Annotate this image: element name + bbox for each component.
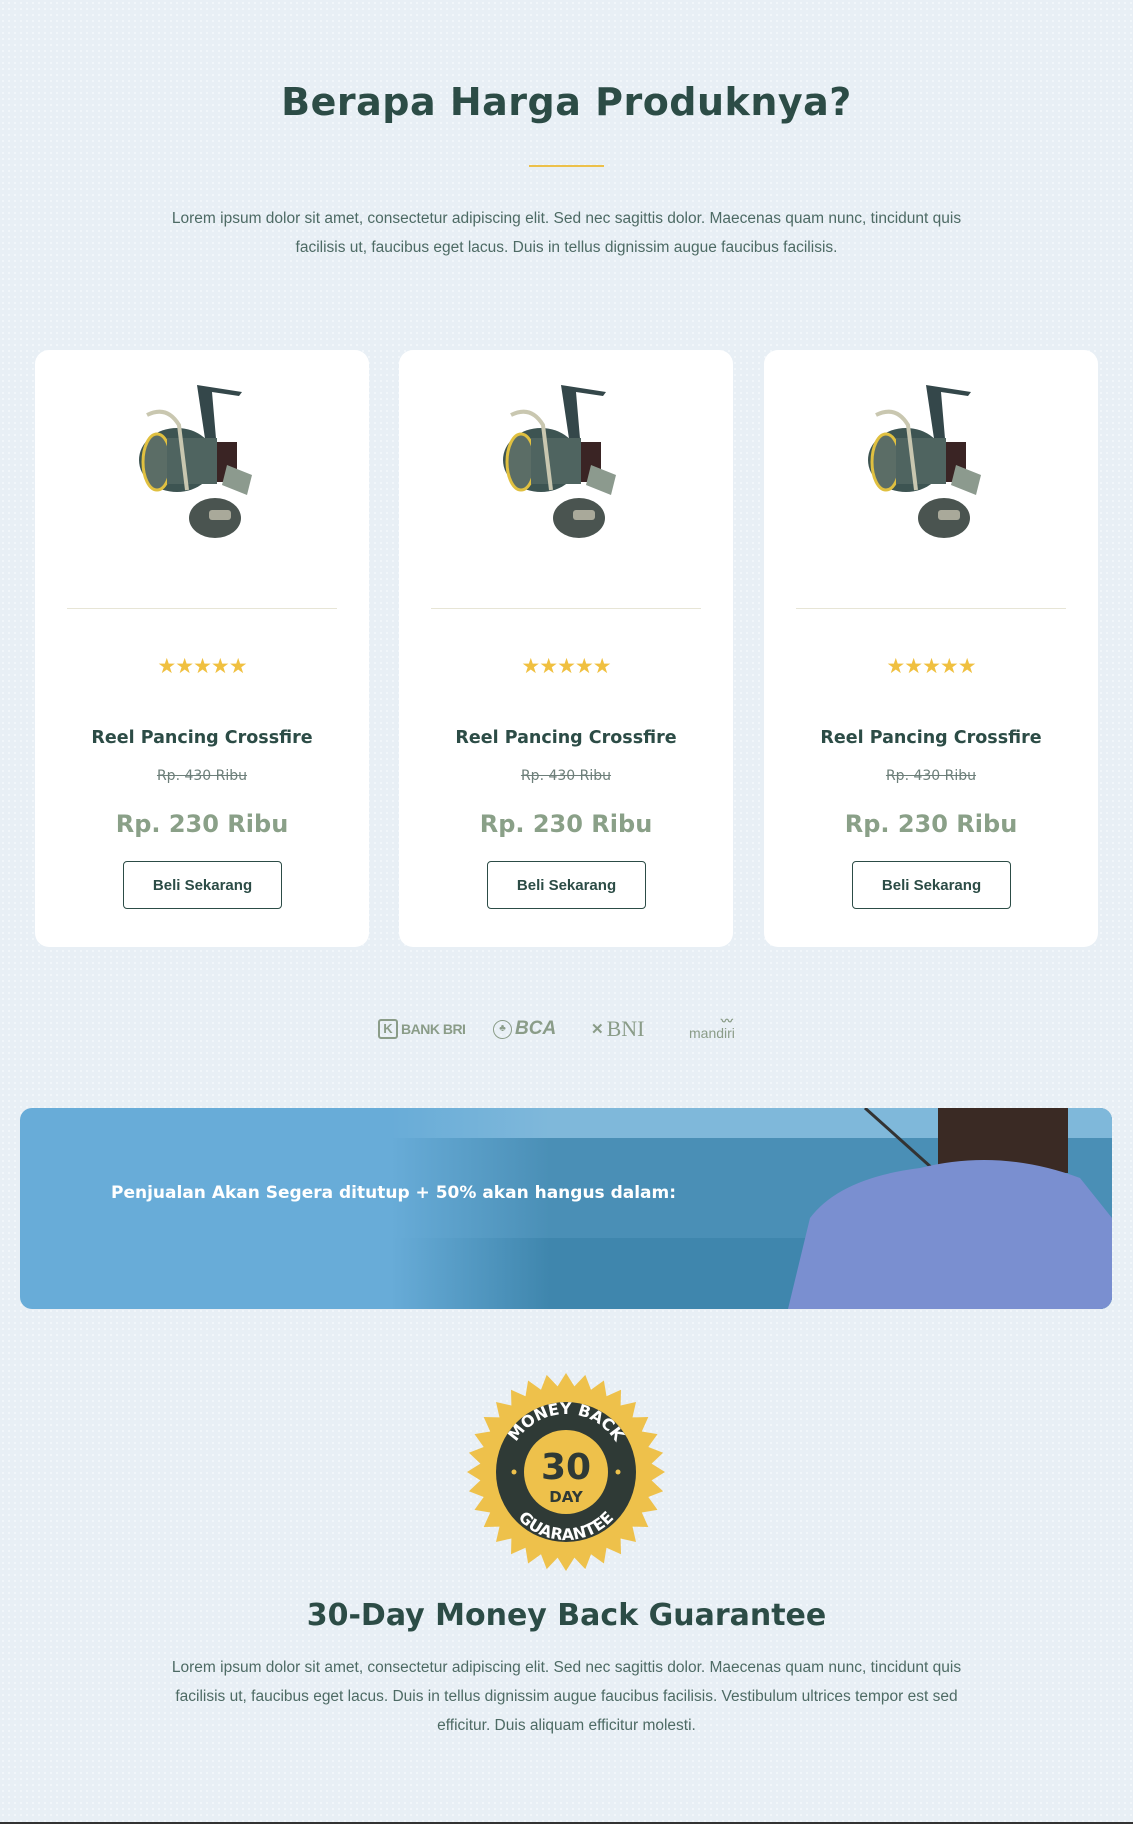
fishing-reel-image — [139, 385, 252, 538]
rating-stars: ★★★★★ — [521, 655, 611, 678]
original-price: Rp. 430 Ribu — [156, 768, 248, 784]
product-card: ★★★★★ Reel Pancing Crossfire Rp. 430 Rib… — [399, 350, 733, 947]
buy-now-button[interactable]: Beli Sekarang — [123, 861, 282, 909]
banner-message: Penjualan Akan Segera ditutup + 50% akan… — [111, 1183, 677, 1203]
title-divider — [529, 165, 604, 167]
product-name: Reel Pancing Crossfire — [455, 728, 677, 748]
badge-number: 30 — [541, 1447, 591, 1488]
bni-icon: ✕ — [591, 1021, 604, 1038]
card-divider — [431, 608, 701, 609]
bank-bri-logo: K BANK BRI — [378, 1019, 466, 1039]
buy-now-button[interactable]: Beli Sekarang — [852, 861, 1011, 909]
bri-icon: K — [378, 1019, 398, 1039]
original-price: Rp. 430 Ribu — [885, 768, 977, 784]
sale-price: Rp. 230 Ribu — [115, 810, 289, 838]
bca-icon: ♣ — [493, 1019, 512, 1039]
product-name: Reel Pancing Crossfire — [820, 728, 1042, 748]
bank-mandiri-logo: 〰 mandiri — [689, 1014, 735, 1041]
bank-bni-logo: ✕ BNI — [591, 1016, 645, 1041]
section-intro: Lorem ipsum dolor sit amet, consectetur … — [171, 210, 962, 256]
sale-countdown-banner: Penjualan Akan Segera ditutup + 50% akan… — [20, 1108, 1112, 1309]
section-title: Berapa Harga Produknya? — [281, 80, 852, 124]
product-card: ★★★★★ Reel Pancing Crossfire Rp. 430 Rib… — [35, 350, 369, 947]
bank-logos: K BANK BRI ♣ BCA ✕ BNI 〰 mandiri — [378, 1014, 758, 1044]
product-card: ★★★★★ Reel Pancing Crossfire Rp. 430 Rib… — [764, 350, 1098, 947]
guarantee-text: Lorem ipsum dolor sit amet, consectetur … — [171, 1659, 962, 1734]
badge-day: DAY — [549, 1488, 584, 1506]
product-name: Reel Pancing Crossfire — [91, 728, 313, 748]
rating-stars: ★★★★★ — [886, 655, 976, 678]
fishing-reel-image — [868, 385, 981, 538]
card-divider — [796, 608, 1066, 609]
sale-price: Rp. 230 Ribu — [844, 810, 1018, 838]
sale-price: Rp. 230 Ribu — [479, 810, 653, 838]
fisherman-sea-image — [390, 1108, 1112, 1309]
mandiri-wave-icon: 〰 — [720, 1014, 733, 1028]
rating-stars: ★★★★★ — [157, 655, 247, 678]
buy-now-button[interactable]: Beli Sekarang — [487, 861, 646, 909]
money-back-badge: MONEY BACK GUARANTEE 30 DAY — [467, 1373, 665, 1571]
fishing-reel-image — [503, 385, 616, 538]
card-divider — [67, 608, 337, 609]
original-price: Rp. 430 Ribu — [520, 768, 612, 784]
guarantee-title: 30-Day Money Back Guarantee — [306, 1598, 827, 1633]
bank-bca-logo: ♣ BCA — [493, 1018, 556, 1040]
